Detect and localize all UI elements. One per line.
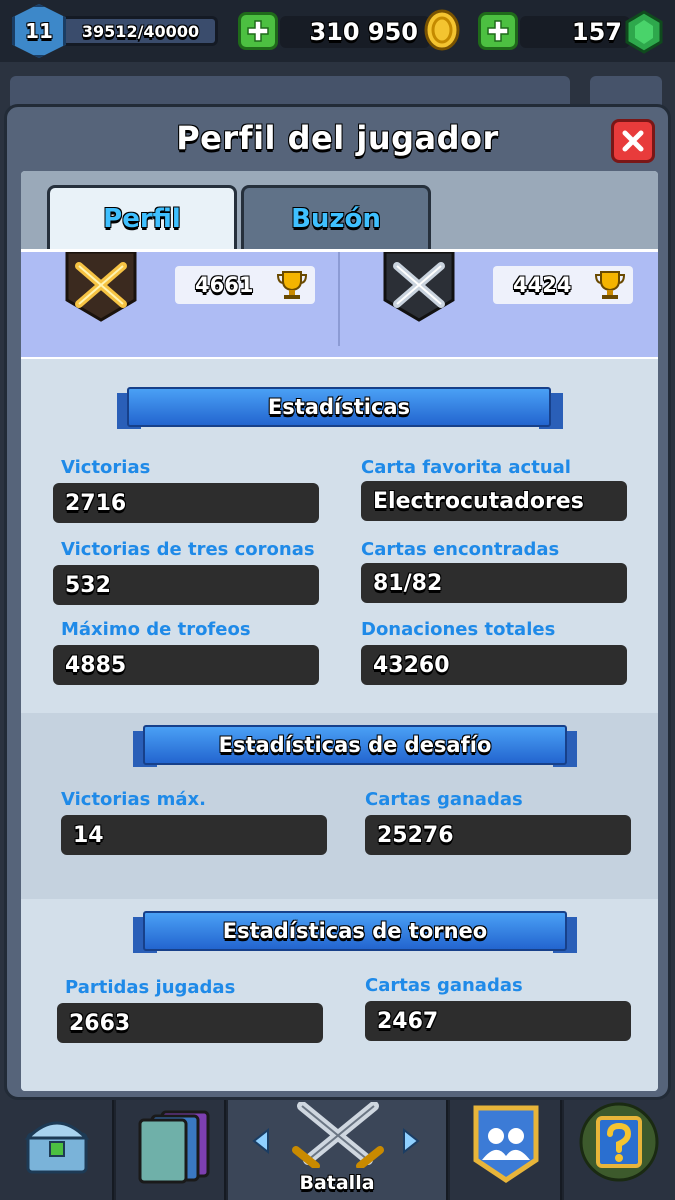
experience-bar: 39512/40000: [66, 16, 218, 46]
modal-title: Perfil del jugador: [176, 119, 499, 157]
tab-bar: Perfil Buzón: [21, 171, 658, 249]
cards-icon: [138, 1110, 210, 1184]
events-icon: [579, 1102, 659, 1182]
level-badge[interactable]: 11: [12, 4, 66, 58]
tab-buzon[interactable]: Buzón: [241, 185, 431, 249]
nav-battle[interactable]: Batalla: [228, 1100, 448, 1200]
stat-value-cartas-encontradas: 81/82: [361, 563, 627, 603]
challenge-stats-section: Estadísticas de desafío Victorias máx. 1…: [21, 713, 658, 899]
gem-icon: [625, 10, 663, 54]
tournament-stats-banner: Estadísticas de torneo: [143, 911, 567, 951]
trophy-divider: [338, 252, 340, 346]
stat-value-victorias-max: 14: [61, 815, 327, 855]
gold-coin-icon: [424, 9, 460, 51]
silver-arena-shield-icon: [383, 252, 455, 322]
close-x-icon: [622, 130, 644, 152]
stat-value-carta-favorita: Electrocutadores: [361, 481, 627, 521]
gem-counter: 157: [520, 16, 630, 48]
tab-perfil[interactable]: Perfil: [47, 185, 237, 249]
stat-value-tres-coronas: 532: [53, 565, 319, 605]
trophy-summary: 4661 4424: [21, 249, 658, 357]
best-trophies: 4424: [493, 266, 633, 304]
nav-cards[interactable]: [116, 1100, 226, 1200]
clan-icon: [473, 1105, 539, 1184]
nav-clan[interactable]: [450, 1100, 562, 1200]
trophy-icon: [595, 271, 625, 299]
top-resource-bar: 11 39512/40000 310 950 157: [0, 0, 675, 62]
crossed-swords-icon: [292, 1102, 384, 1168]
stat-label-cartas-encontradas: Cartas encontradas: [361, 539, 560, 560]
stat-label-cartas-ganadas-desafio: Cartas ganadas: [365, 789, 523, 810]
stat-label-carta-favorita: Carta favorita actual: [361, 457, 571, 478]
stats-section: Estadísticas Victorias 2716 Carta favori…: [21, 357, 658, 713]
stat-label-donaciones: Donaciones totales: [361, 619, 556, 640]
best-trophies-value: 4424: [513, 273, 572, 297]
buy-gold-button[interactable]: [238, 12, 278, 50]
current-trophies-value: 4661: [195, 273, 254, 297]
close-button[interactable]: [611, 119, 655, 163]
nav-events[interactable]: [564, 1100, 675, 1200]
stat-value-maximo-trofeos: 4885: [53, 645, 319, 685]
shop-chest-icon: [24, 1121, 90, 1174]
nav-shop[interactable]: [0, 1100, 114, 1200]
tournament-stats-section: Estadísticas de torneo Partidas jugadas …: [21, 899, 658, 1091]
stat-value-cartas-ganadas-torneo: 2467: [365, 1001, 631, 1041]
stats-banner: Estadísticas: [127, 387, 551, 427]
stat-value-victorias: 2716: [53, 483, 319, 523]
stat-label-victorias: Victorias: [61, 457, 151, 478]
stat-label-victorias-max: Victorias máx.: [61, 789, 206, 810]
player-profile-modal: Perfil del jugador Perfil Buzón 4661 442…: [4, 104, 671, 1100]
stat-value-cartas-ganadas-desafio: 25276: [365, 815, 631, 855]
trophy-icon: [277, 271, 307, 299]
current-trophies: 4661: [175, 266, 315, 304]
arrow-right-icon[interactable]: [402, 1128, 420, 1154]
gold-arena-shield-icon: [65, 252, 137, 322]
plus-icon: [247, 20, 269, 42]
arrow-left-icon[interactable]: [252, 1128, 270, 1154]
gold-counter: 310 950: [280, 16, 430, 48]
challenge-stats-banner: Estadísticas de desafío: [143, 725, 567, 765]
bottom-navigation: Batalla: [0, 1100, 675, 1200]
modal-content: Perfil Buzón 4661 4424 Estadísticas Vict…: [21, 171, 658, 1091]
stat-value-donaciones: 43260: [361, 645, 627, 685]
stat-value-partidas-jugadas: 2663: [57, 1003, 323, 1043]
stat-label-cartas-ganadas-torneo: Cartas ganadas: [365, 975, 523, 996]
buy-gems-button[interactable]: [478, 12, 518, 50]
plus-icon: [487, 20, 509, 42]
stat-label-partidas-jugadas: Partidas jugadas: [65, 977, 236, 998]
stat-label-maximo-trofeos: Máximo de trofeos: [61, 619, 251, 640]
stat-label-tres-coronas: Victorias de tres coronas: [61, 539, 315, 560]
nav-battle-label: Batalla: [299, 1172, 375, 1194]
